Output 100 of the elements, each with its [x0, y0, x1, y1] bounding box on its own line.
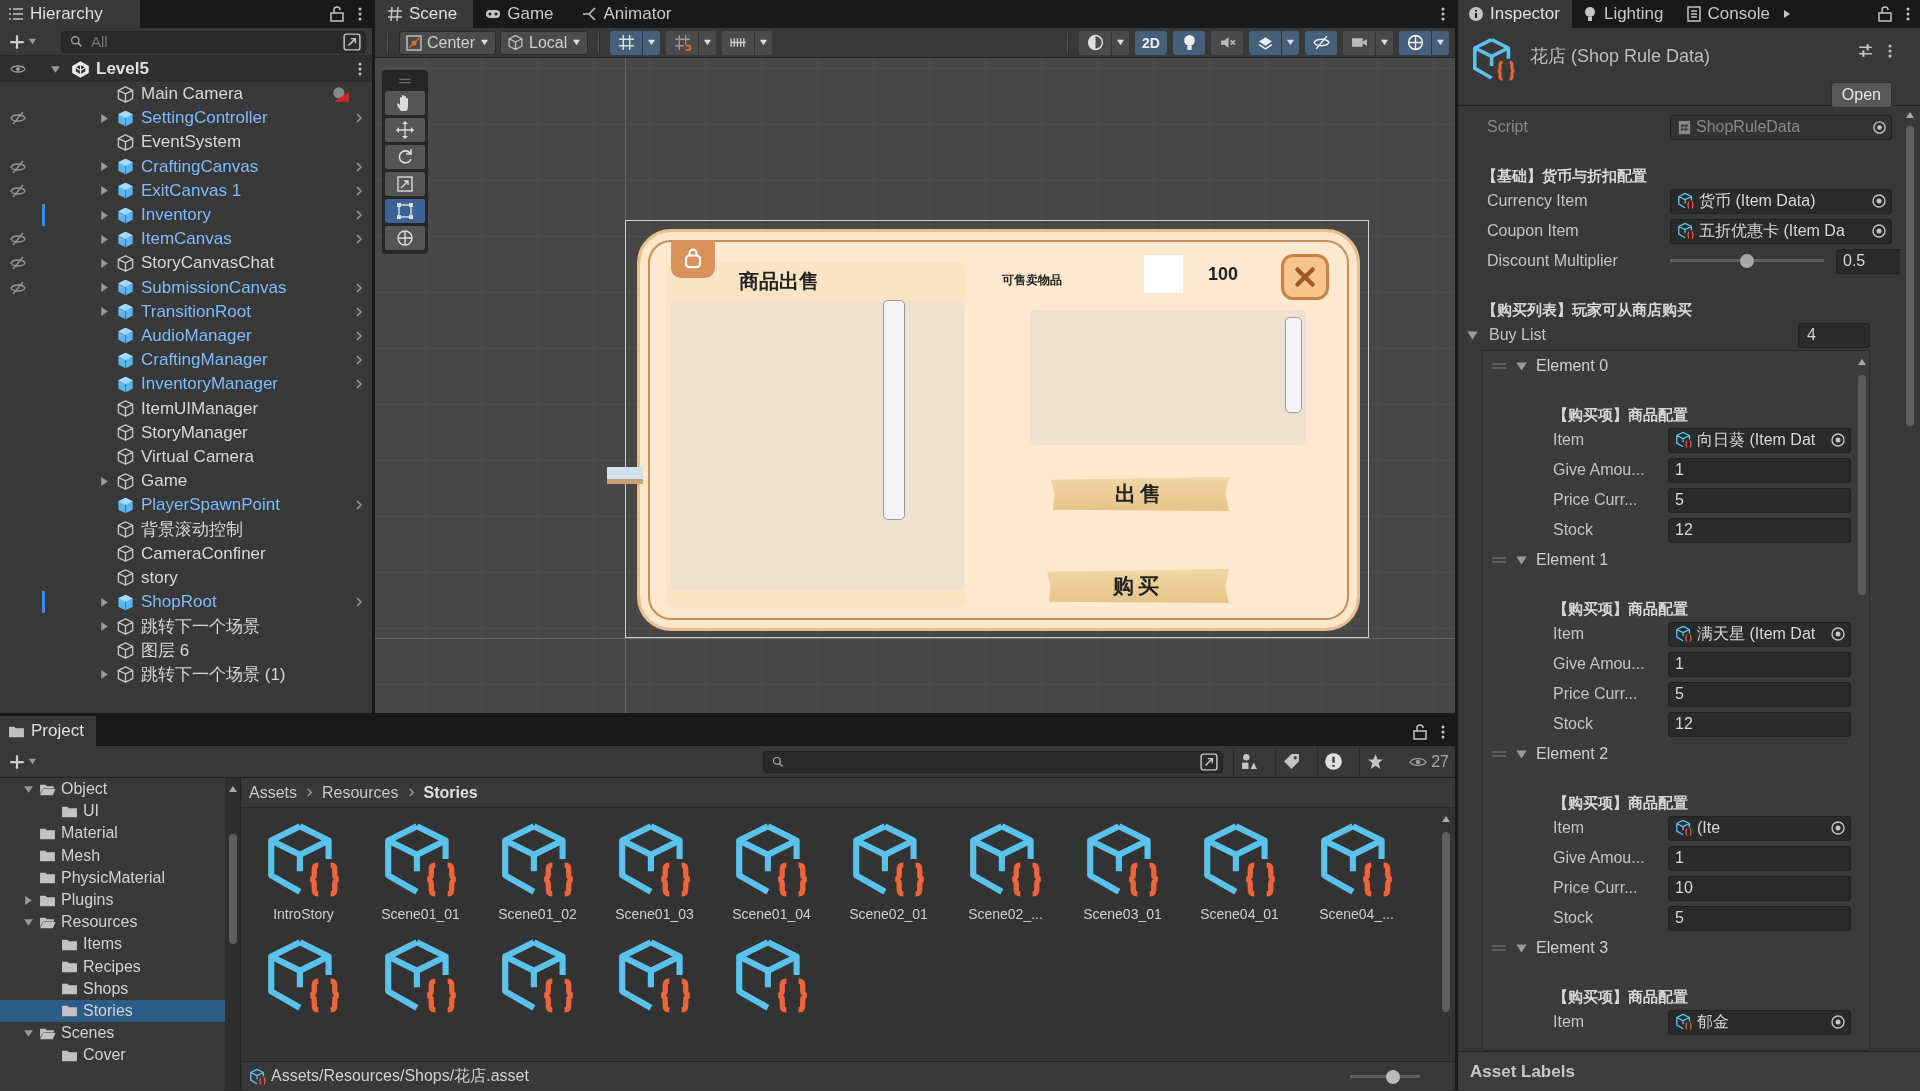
hidden-eye-icon[interactable] [10, 279, 26, 296]
chevron-right-icon[interactable] [354, 184, 364, 197]
object-field[interactable]: 五折优惠卡 (Item Da [1670, 218, 1892, 244]
hierarchy-item[interactable]: StoryManager [141, 422, 248, 443]
camera-toggle[interactable] [1343, 30, 1375, 55]
scrollbar-thumb[interactable] [1442, 832, 1450, 1012]
more-icon[interactable] [1888, 42, 1892, 59]
expand-arrow-icon[interactable] [98, 475, 110, 487]
dropdown-button[interactable] [642, 30, 661, 55]
chevron-right-icon[interactable] [354, 329, 364, 342]
search-field[interactable]: All [61, 30, 366, 53]
dropdown-button[interactable] [698, 30, 717, 55]
object-field[interactable]: 郁金 [1668, 1009, 1851, 1035]
more-icon[interactable] [1441, 6, 1445, 22]
object-picker-icon[interactable] [1830, 626, 1846, 642]
view-tab[interactable]: Scene [375, 0, 474, 28]
object-picker-icon[interactable] [1830, 432, 1846, 448]
lock-icon[interactable] [1878, 6, 1892, 22]
buy-button[interactable]: 购买 [1047, 569, 1229, 603]
hidden-eye-icon[interactable] [10, 182, 26, 199]
sliders-icon[interactable] [1857, 42, 1874, 59]
space-dropdown[interactable]: Local [500, 30, 589, 55]
hierarchy-item[interactable]: 跳转下一个场景 (1) [141, 663, 286, 687]
expand-icon[interactable] [343, 32, 361, 51]
number-field[interactable]: 1 [1668, 651, 1851, 677]
lock-icon[interactable] [1413, 724, 1427, 740]
chevron-right-icon[interactable] [354, 160, 364, 173]
expand-arrow-icon[interactable] [98, 306, 110, 318]
folder-item[interactable]: Material [0, 822, 225, 845]
chevron-right-icon[interactable] [354, 233, 364, 246]
number-field[interactable]: 5 [1668, 487, 1851, 513]
hierarchy-item[interactable]: PlayerSpawnPoint [141, 495, 280, 516]
object-picker-icon[interactable] [1871, 193, 1887, 209]
panel-tab[interactable]: Lighting [1571, 0, 1676, 28]
hierarchy-item[interactable]: ItemCanvas [141, 229, 232, 250]
project-tab[interactable]: Project [0, 716, 96, 746]
hierarchy-item[interactable]: ExitCanvas 1 [141, 180, 242, 201]
number-field[interactable]: 0.5 [1836, 248, 1900, 274]
folder-item[interactable]: Mesh [0, 844, 225, 867]
tag-icon[interactable] [1283, 753, 1301, 770]
hierarchy-item[interactable]: SubmissionCanvas [141, 277, 287, 298]
warning-icon[interactable] [1324, 752, 1344, 771]
open-button[interactable]: Open [1830, 82, 1892, 108]
more-icon[interactable] [1906, 6, 1910, 22]
rotate-tool[interactable] [385, 145, 425, 169]
collapse-arrow-icon[interactable] [22, 916, 34, 928]
collapse-arrow-icon[interactable] [22, 1027, 34, 1039]
list-size-field[interactable]: 4 [1798, 322, 1870, 348]
hierarchy-item[interactable]: EventSystem [141, 132, 242, 153]
element-label[interactable]: Element 2 [1536, 745, 1609, 763]
collapse-arrow-icon[interactable] [50, 63, 61, 75]
expand-arrow-icon[interactable] [98, 596, 110, 608]
view-tab[interactable]: Game [473, 0, 570, 28]
folder-item[interactable]: Scenes [0, 1022, 225, 1045]
chevron-right-icon[interactable] [354, 378, 364, 391]
gizmos-toggle[interactable] [1399, 30, 1431, 55]
more-icon[interactable] [358, 6, 362, 22]
object-picker-icon[interactable] [1830, 820, 1846, 836]
number-field[interactable]: 12 [1668, 517, 1851, 543]
folder-item[interactable]: Shops [0, 977, 225, 1000]
lock-icon[interactable] [330, 6, 344, 22]
chevron-right-icon[interactable] [354, 499, 364, 512]
dropdown-button[interactable] [1375, 30, 1393, 55]
search-field[interactable] [763, 750, 1224, 773]
number-field[interactable]: 5 [1668, 681, 1851, 707]
folder-item[interactable]: Resources [0, 911, 225, 934]
hidden-eye-icon[interactable] [10, 158, 26, 175]
rect-tool[interactable] [385, 199, 425, 223]
collapse-arrow-icon[interactable] [22, 783, 34, 795]
element-label[interactable]: Element 3 [1536, 939, 1609, 957]
dropdown-button[interactable] [754, 30, 773, 55]
snap-toggle[interactable] [666, 30, 699, 55]
chevron-right-icon[interactable] [354, 112, 364, 125]
hierarchy-item[interactable]: CraftingCanvas [141, 156, 259, 177]
more-icon[interactable] [1441, 724, 1445, 740]
object-picker-icon[interactable] [1871, 223, 1887, 239]
number-field[interactable]: 5 [1668, 905, 1851, 931]
shading-toggle[interactable] [1079, 30, 1111, 55]
panel-tab[interactable]: Console [1675, 0, 1782, 28]
folder-item[interactable]: UI [0, 800, 225, 823]
more-icon[interactable] [358, 61, 362, 77]
chevron-right-icon[interactable] [354, 354, 364, 367]
expand-icon[interactable] [1200, 752, 1219, 771]
object-field[interactable]: 向日葵 (Item Dat [1668, 427, 1851, 453]
expand-arrow-icon[interactable] [98, 257, 110, 269]
hierarchy-item[interactable]: TransitionRoot [141, 301, 251, 322]
expand-arrow-icon[interactable] [98, 669, 110, 681]
breadcrumb-link[interactable]: Stories [423, 783, 478, 802]
sell-button[interactable]: 出售 [1051, 477, 1229, 511]
hierarchy-item[interactable]: Inventory [141, 205, 211, 226]
filter-icon[interactable] [1241, 753, 1259, 770]
scrollbar-thumb[interactable] [228, 834, 237, 944]
folder-item[interactable]: Cover [0, 1044, 225, 1067]
hidden-eye-icon[interactable] [10, 110, 26, 127]
close-button[interactable] [1281, 254, 1329, 300]
hierarchy-item[interactable]: Game [141, 471, 188, 492]
hierarchy-item[interactable]: SettingController [141, 108, 268, 129]
slider-thumb[interactable] [1386, 1069, 1401, 1084]
expand-arrow-icon[interactable] [98, 112, 110, 124]
breadcrumb-link[interactable]: Resources [322, 783, 399, 802]
